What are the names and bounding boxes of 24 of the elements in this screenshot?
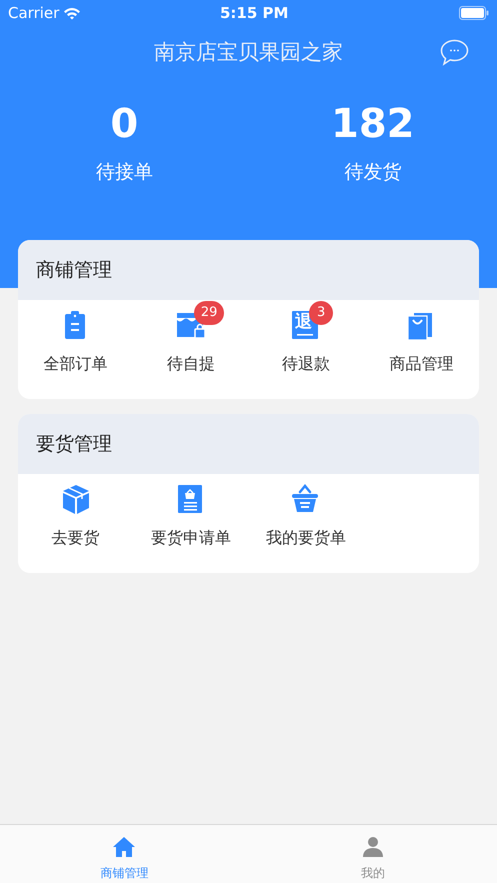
carrier-text: Carrier xyxy=(8,2,60,24)
section-title: 商铺管理 xyxy=(36,258,112,283)
menu-item[interactable]: 商品管理 xyxy=(364,300,479,382)
store-title: 南京店宝贝果园之家 xyxy=(154,39,343,66)
menu-item[interactable]: 退 3 待退款 xyxy=(248,300,364,382)
count-label: 待发货 xyxy=(344,160,402,185)
menu-item[interactable]: 我的要货单 xyxy=(248,474,364,556)
chat-icon[interactable] xyxy=(440,39,469,66)
clock-text: 5:15 PM xyxy=(220,2,288,24)
count-badge: 29 xyxy=(194,301,224,325)
count-label: 待接单 xyxy=(96,160,153,185)
wifi-icon xyxy=(63,6,82,20)
box-icon xyxy=(60,484,91,514)
battery-icon xyxy=(459,6,489,20)
count-value: 182 xyxy=(331,100,414,148)
person-icon xyxy=(360,835,385,859)
home-icon xyxy=(112,835,136,859)
menu-item[interactable]: 29 待自提 xyxy=(133,300,248,382)
count-badge: 3 xyxy=(309,301,334,325)
section-title: 要货管理 xyxy=(36,432,112,457)
menu-item[interactable]: 要货申请单 xyxy=(133,474,248,556)
count-value: 0 xyxy=(110,100,138,148)
menu-item[interactable]: 全部订单 xyxy=(18,300,134,382)
menu-item[interactable]: 去要货 xyxy=(18,474,134,556)
